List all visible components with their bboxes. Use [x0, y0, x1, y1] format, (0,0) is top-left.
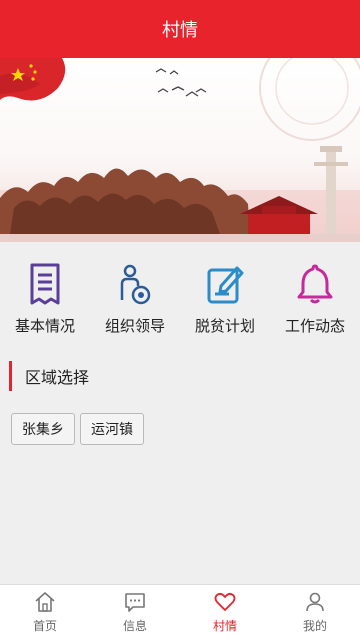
region-title-text: 区域选择	[25, 368, 90, 387]
tab-label: 信息	[122, 619, 147, 633]
tab-village[interactable]: 村情	[180, 585, 270, 640]
app-header: 村情	[0, 0, 360, 58]
quick-link-label: 脱贫计划	[194, 317, 255, 335]
page-title: 村情	[162, 20, 198, 41]
quick-link-leadership[interactable]: 组织领导	[90, 260, 180, 346]
person-badge-icon	[120, 264, 151, 305]
home-icon	[35, 592, 55, 612]
document-list-icon	[30, 263, 60, 305]
tab-label: 首页	[32, 619, 57, 633]
tab-label: 村情	[212, 619, 237, 633]
tab-messages[interactable]: 信息	[90, 585, 180, 640]
bell-icon	[297, 264, 333, 304]
quick-link-basic-info[interactable]: 基本情况	[0, 260, 90, 346]
bottom-tabbar: 首页 信息 村情 我的	[0, 584, 360, 640]
quick-link-work-news[interactable]: 工作动态	[270, 260, 360, 346]
quick-link-label: 工作动态	[284, 317, 345, 335]
tab-profile[interactable]: 我的	[270, 585, 360, 640]
quick-link-label: 基本情况	[14, 317, 75, 335]
region-options: 张集乡 运河镇	[11, 413, 144, 445]
tab-label: 我的	[302, 619, 327, 633]
region-section-title: 区域选择	[9, 361, 89, 391]
region-option-yunhe[interactable]: 运河镇	[80, 413, 144, 445]
region-option-zhangji[interactable]: 张集乡	[11, 413, 75, 445]
tab-home[interactable]: 首页	[0, 585, 90, 640]
quick-links: 基本情况 组织领导 脱贫计划 工作动态	[0, 260, 360, 346]
quick-link-label: 组织领导	[104, 317, 165, 335]
message-icon	[125, 593, 145, 612]
edit-note-icon	[207, 266, 244, 304]
heart-icon	[214, 592, 236, 611]
user-icon	[306, 592, 324, 612]
banner-image	[0, 58, 360, 242]
quick-link-poverty-plan[interactable]: 脱贫计划	[180, 260, 270, 346]
